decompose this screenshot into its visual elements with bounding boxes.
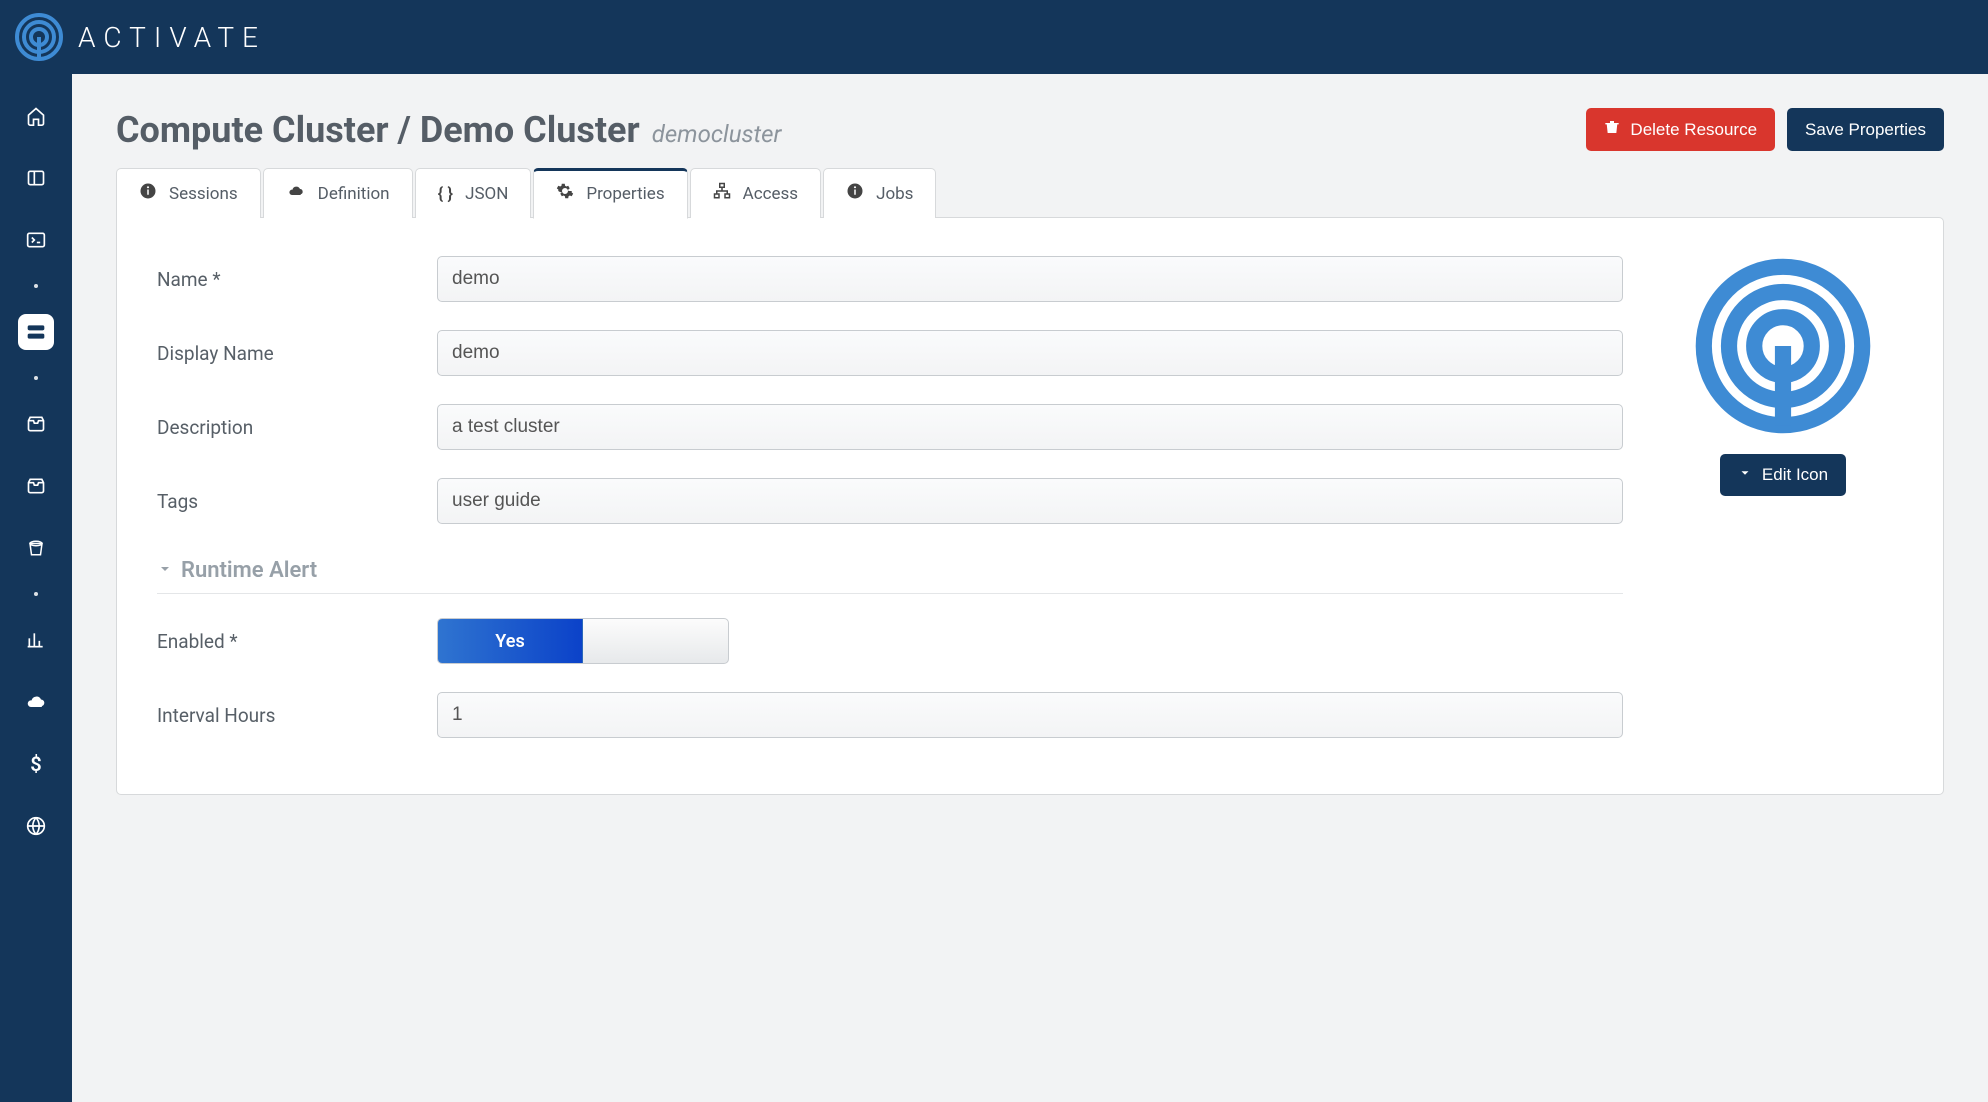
tab-label: Properties [586, 184, 664, 204]
nav-home[interactable] [18, 98, 54, 134]
sidebar: $ [0, 74, 72, 1102]
nav-resources[interactable] [18, 314, 54, 350]
tags-label: Tags [157, 490, 437, 513]
chevron-down-icon [1738, 465, 1752, 485]
enabled-toggle[interactable]: Yes [437, 618, 729, 664]
save-properties-button[interactable]: Save Properties [1787, 108, 1944, 151]
interval-label: Interval Hours [157, 704, 437, 727]
tab-json[interactable]: { } JSON [415, 168, 532, 218]
tab-label: Definition [318, 184, 390, 204]
delete-resource-button[interactable]: Delete Resource [1586, 108, 1775, 151]
tab-definition[interactable]: Definition [263, 168, 413, 218]
trash-icon [1604, 119, 1620, 140]
name-label: Name * [157, 268, 437, 291]
nav-billing[interactable]: $ [18, 746, 54, 782]
header-actions: Delete Resource Save Properties [1586, 108, 1944, 151]
info-icon [846, 182, 864, 205]
tags-input[interactable] [437, 478, 1623, 524]
info-icon [139, 182, 157, 205]
display-name-input[interactable] [437, 330, 1623, 376]
nav-chart[interactable] [18, 622, 54, 658]
row-interval: Interval Hours [157, 692, 1623, 738]
row-description: Description [157, 404, 1623, 450]
properties-panel: Name * Display Name Description Tags [116, 217, 1944, 795]
resource-icon [1693, 256, 1873, 436]
runtime-alert-title: Runtime Alert [181, 558, 317, 583]
nav-archive[interactable] [18, 468, 54, 504]
page-subtitle: democluster [652, 120, 782, 148]
tab-sessions[interactable]: Sessions [116, 168, 261, 218]
tab-label: Jobs [876, 184, 913, 204]
enabled-label: Enabled * [157, 630, 437, 653]
row-display-name: Display Name [157, 330, 1623, 376]
delete-label: Delete Resource [1630, 120, 1757, 140]
tab-jobs[interactable]: Jobs [823, 168, 936, 218]
nav-separator [34, 592, 38, 596]
resource-title: Demo Cluster [420, 109, 640, 151]
name-input[interactable] [437, 256, 1623, 302]
page-title: Compute Cluster / Demo Cluster [116, 109, 640, 151]
edit-icon-label: Edit Icon [1762, 465, 1828, 485]
form-area: Name * Display Name Description Tags [157, 256, 1623, 738]
row-enabled: Enabled * Yes [157, 618, 1623, 664]
runtime-alert-heading[interactable]: Runtime Alert [157, 552, 1623, 594]
tab-label: JSON [465, 184, 508, 204]
icon-column: Edit Icon [1663, 256, 1903, 738]
nav-separator [34, 284, 38, 288]
edit-icon-button[interactable]: Edit Icon [1720, 454, 1846, 496]
display-name-label: Display Name [157, 342, 437, 365]
description-label: Description [157, 416, 437, 439]
tab-properties[interactable]: Properties [533, 168, 687, 219]
nav-inbox[interactable] [18, 406, 54, 442]
page-header: Compute Cluster / Demo Cluster democlust… [116, 108, 1944, 151]
nav-panel[interactable] [18, 160, 54, 196]
main-content: Compute Cluster / Demo Cluster democlust… [72, 74, 1988, 1102]
breadcrumb-prefix: Compute Cluster / [116, 109, 420, 151]
network-icon [713, 182, 731, 205]
braces-icon: { } [438, 184, 454, 204]
brand-logo-icon [14, 12, 64, 62]
row-tags: Tags [157, 478, 1623, 524]
tab-label: Access [743, 184, 798, 204]
brand: ACTIVATE [14, 12, 266, 62]
description-input[interactable] [437, 404, 1623, 450]
chevron-down-icon [157, 558, 173, 583]
brand-name: ACTIVATE [78, 21, 266, 54]
gear-icon [556, 182, 574, 205]
save-label: Save Properties [1805, 120, 1926, 140]
row-name: Name * [157, 256, 1623, 302]
tab-bar: Sessions Definition { } JSON Properties [116, 168, 1944, 218]
tab-access[interactable]: Access [690, 168, 821, 218]
page-title-group: Compute Cluster / Demo Cluster democlust… [116, 109, 781, 151]
nav-bucket[interactable] [18, 530, 54, 566]
nav-cloud[interactable] [18, 684, 54, 720]
topbar: ACTIVATE [0, 0, 1988, 74]
nav-terminal[interactable] [18, 222, 54, 258]
interval-input[interactable] [437, 692, 1623, 738]
nav-separator [34, 376, 38, 380]
tab-label: Sessions [169, 184, 238, 204]
nav-globe[interactable] [18, 808, 54, 844]
toggle-on-label: Yes [438, 619, 583, 663]
cloud-icon [286, 183, 306, 204]
